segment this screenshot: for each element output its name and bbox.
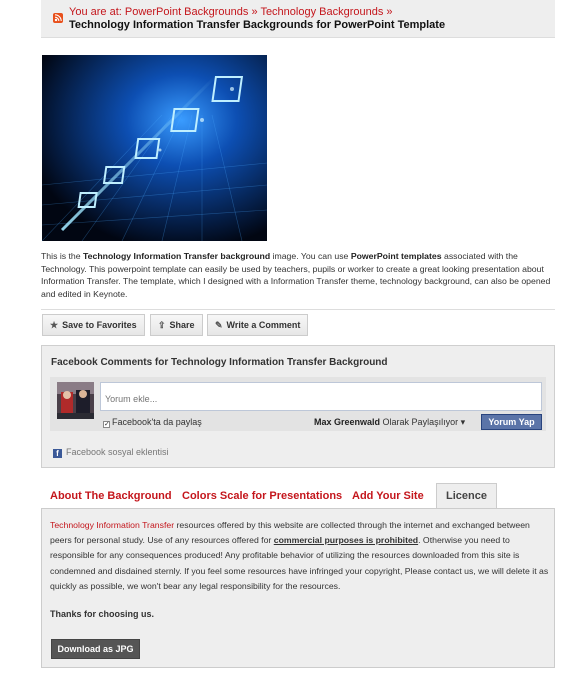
description-text: This is the [41, 251, 84, 261]
share-on-facebook-label: Facebook'ta da paylaş [112, 417, 202, 427]
licence-bold-warning: commercial purposes is prohibited [273, 535, 419, 546]
share-button[interactable]: ⇪ Share [150, 314, 203, 336]
licence-link[interactable]: Technology Information Transfer [50, 520, 174, 530]
description-text: image. You can use [270, 251, 351, 261]
template-preview-image[interactable] [42, 55, 267, 241]
rss-icon [53, 13, 63, 23]
share-label: Share [169, 320, 195, 330]
write-comment-label: Write a Comment [226, 320, 301, 330]
facebook-comments-box: Facebook Comments for Technology Informa… [41, 345, 555, 468]
tab-add-your-site[interactable]: Add Your Site [352, 484, 424, 508]
page-title: Technology Information Transfer Backgrou… [69, 19, 446, 31]
checkbox-checked-icon: ✓ [103, 421, 110, 428]
posting-as-selector[interactable]: Max Greenwald Olarak Paylaşılıyor ▾ [314, 417, 465, 428]
save-to-favorites-label: Save to Favorites [62, 320, 137, 330]
share-icon: ⇪ [158, 320, 166, 330]
save-to-favorites-button[interactable]: ★ Save to Favorites [42, 314, 145, 336]
facebook-icon: f [53, 449, 62, 458]
posting-as-label: Olarak Paylaşılıyor [382, 417, 459, 427]
breadcrumb-powerpoint-backgrounds[interactable]: PowerPoint Backgrounds [125, 6, 249, 18]
thanks-text: Thanks for choosing us. [50, 609, 155, 619]
description-bold-term: Technology Information Transfer backgrou… [83, 251, 271, 261]
facebook-social-plugin-label: Facebook sosyal eklentisi [66, 447, 169, 457]
breadcrumb-technology-backgrounds[interactable]: Technology Backgrounds [260, 6, 383, 18]
tab-about-the-background[interactable]: About The Background [50, 484, 172, 508]
facebook-comment-form: ✓Facebook'ta da paylaş Max Greenwald Ola… [50, 377, 546, 431]
facebook-social-plugin-link[interactable]: f Facebook sosyal eklentisi [53, 447, 169, 458]
breadcrumb-separator: » [386, 6, 393, 18]
comment-icon: ✎ [215, 320, 223, 330]
facebook-comments-title: Facebook Comments for Technology Informa… [51, 357, 388, 368]
download-jpg-button[interactable]: Download as JPG [51, 639, 140, 659]
licence-panel: Technology Information Transfer resource… [41, 508, 555, 668]
template-description: This is the Technology Information Trans… [41, 250, 553, 300]
write-comment-button[interactable]: ✎ Write a Comment [207, 314, 309, 336]
breadcrumb-prefix: You are at: [69, 6, 122, 18]
posting-user-name: Max Greenwald [314, 417, 381, 427]
breadcrumb: You are at: PowerPoint Backgrounds » Tec… [41, 0, 555, 38]
comment-input[interactable] [100, 382, 542, 411]
chevron-down-icon: ▾ [460, 417, 466, 427]
star-icon: ★ [50, 320, 59, 330]
tab-licence[interactable]: Licence [436, 483, 497, 508]
breadcrumb-separator: » [251, 6, 258, 18]
avatar [57, 382, 94, 419]
tab-colors-scale[interactable]: Colors Scale for Presentations [182, 484, 342, 508]
licence-text: Technology Information Transfer resource… [50, 518, 550, 594]
share-on-facebook-checkbox[interactable]: ✓ Facebook'ta da paylaş [103, 417, 202, 428]
post-comment-button[interactable]: Yorum Yap [481, 414, 542, 430]
divider [41, 309, 555, 310]
description-bold-term: PowerPoint templates [350, 251, 442, 261]
